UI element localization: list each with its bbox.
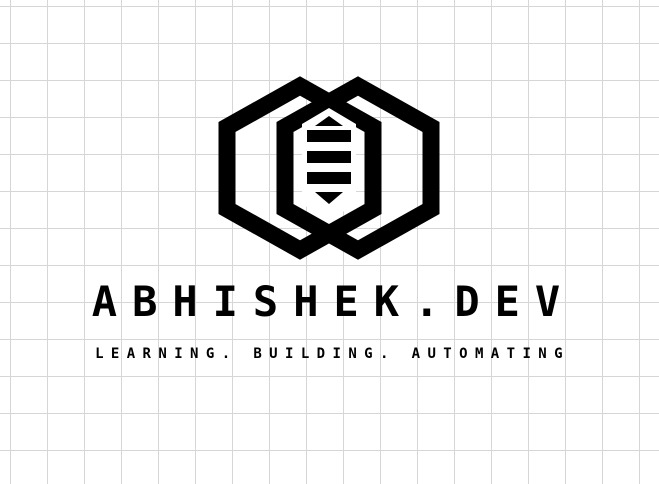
brand-name: ABHISHEK.DEV	[91, 277, 576, 326]
brand-tagline: LEARNING. BUILDING. AUTOMATING	[95, 346, 570, 362]
server-bar-bottom	[307, 172, 351, 184]
double-hexagon-server-icon	[218, 76, 440, 260]
server-bar-middle	[307, 151, 351, 163]
server-bar-top	[307, 130, 351, 142]
logo-composition: ABHISHEK.DEV LEARNING. BUILDING. AUTOMAT…	[0, 0, 659, 484]
